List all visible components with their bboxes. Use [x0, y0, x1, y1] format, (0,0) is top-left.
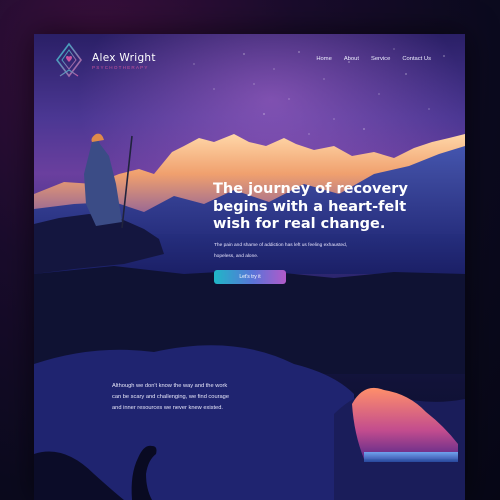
brand-subtitle: PSYCHOTHERAPY	[92, 65, 149, 70]
hero-title-line: wish for real change.	[213, 216, 386, 232]
hero-description: The pain and shame of addiction has left…	[214, 240, 384, 262]
section-two-line: can be scary and challenging, we find co…	[112, 394, 229, 400]
hero-illustration	[34, 34, 465, 500]
hero-description-line: hopeless, and alone.	[214, 254, 259, 259]
section-two-text: Although we don't know the way and the w…	[112, 381, 272, 414]
nav-service[interactable]: Service	[371, 56, 390, 62]
hero-description-line: The pain and shame of addiction has left…	[214, 243, 348, 248]
hero-title-line: The journey of recovery	[213, 181, 408, 197]
hero-title-line: begins with a heart-felt	[213, 198, 407, 215]
heart-diamond-logo-icon[interactable]	[54, 42, 84, 82]
nav-home[interactable]: Home	[316, 56, 331, 62]
lets-try-it-button[interactable]: Let's try it	[214, 270, 286, 284]
website-frame: Alex Wright PSYCHOTHERAPY Home About Ser…	[34, 34, 465, 500]
brand-name: Alex Wright	[92, 52, 156, 64]
main-nav: Home About Service Contact Us	[316, 56, 431, 62]
nav-contact-us[interactable]: Contact Us	[402, 56, 431, 62]
nav-about[interactable]: About	[344, 56, 359, 62]
hero-title: The journey of recovery begins with a he…	[213, 181, 423, 234]
section-two-line: and inner resources we never knew existe…	[112, 405, 223, 411]
section-two-line: Although we don't know the way and the w…	[112, 383, 228, 389]
